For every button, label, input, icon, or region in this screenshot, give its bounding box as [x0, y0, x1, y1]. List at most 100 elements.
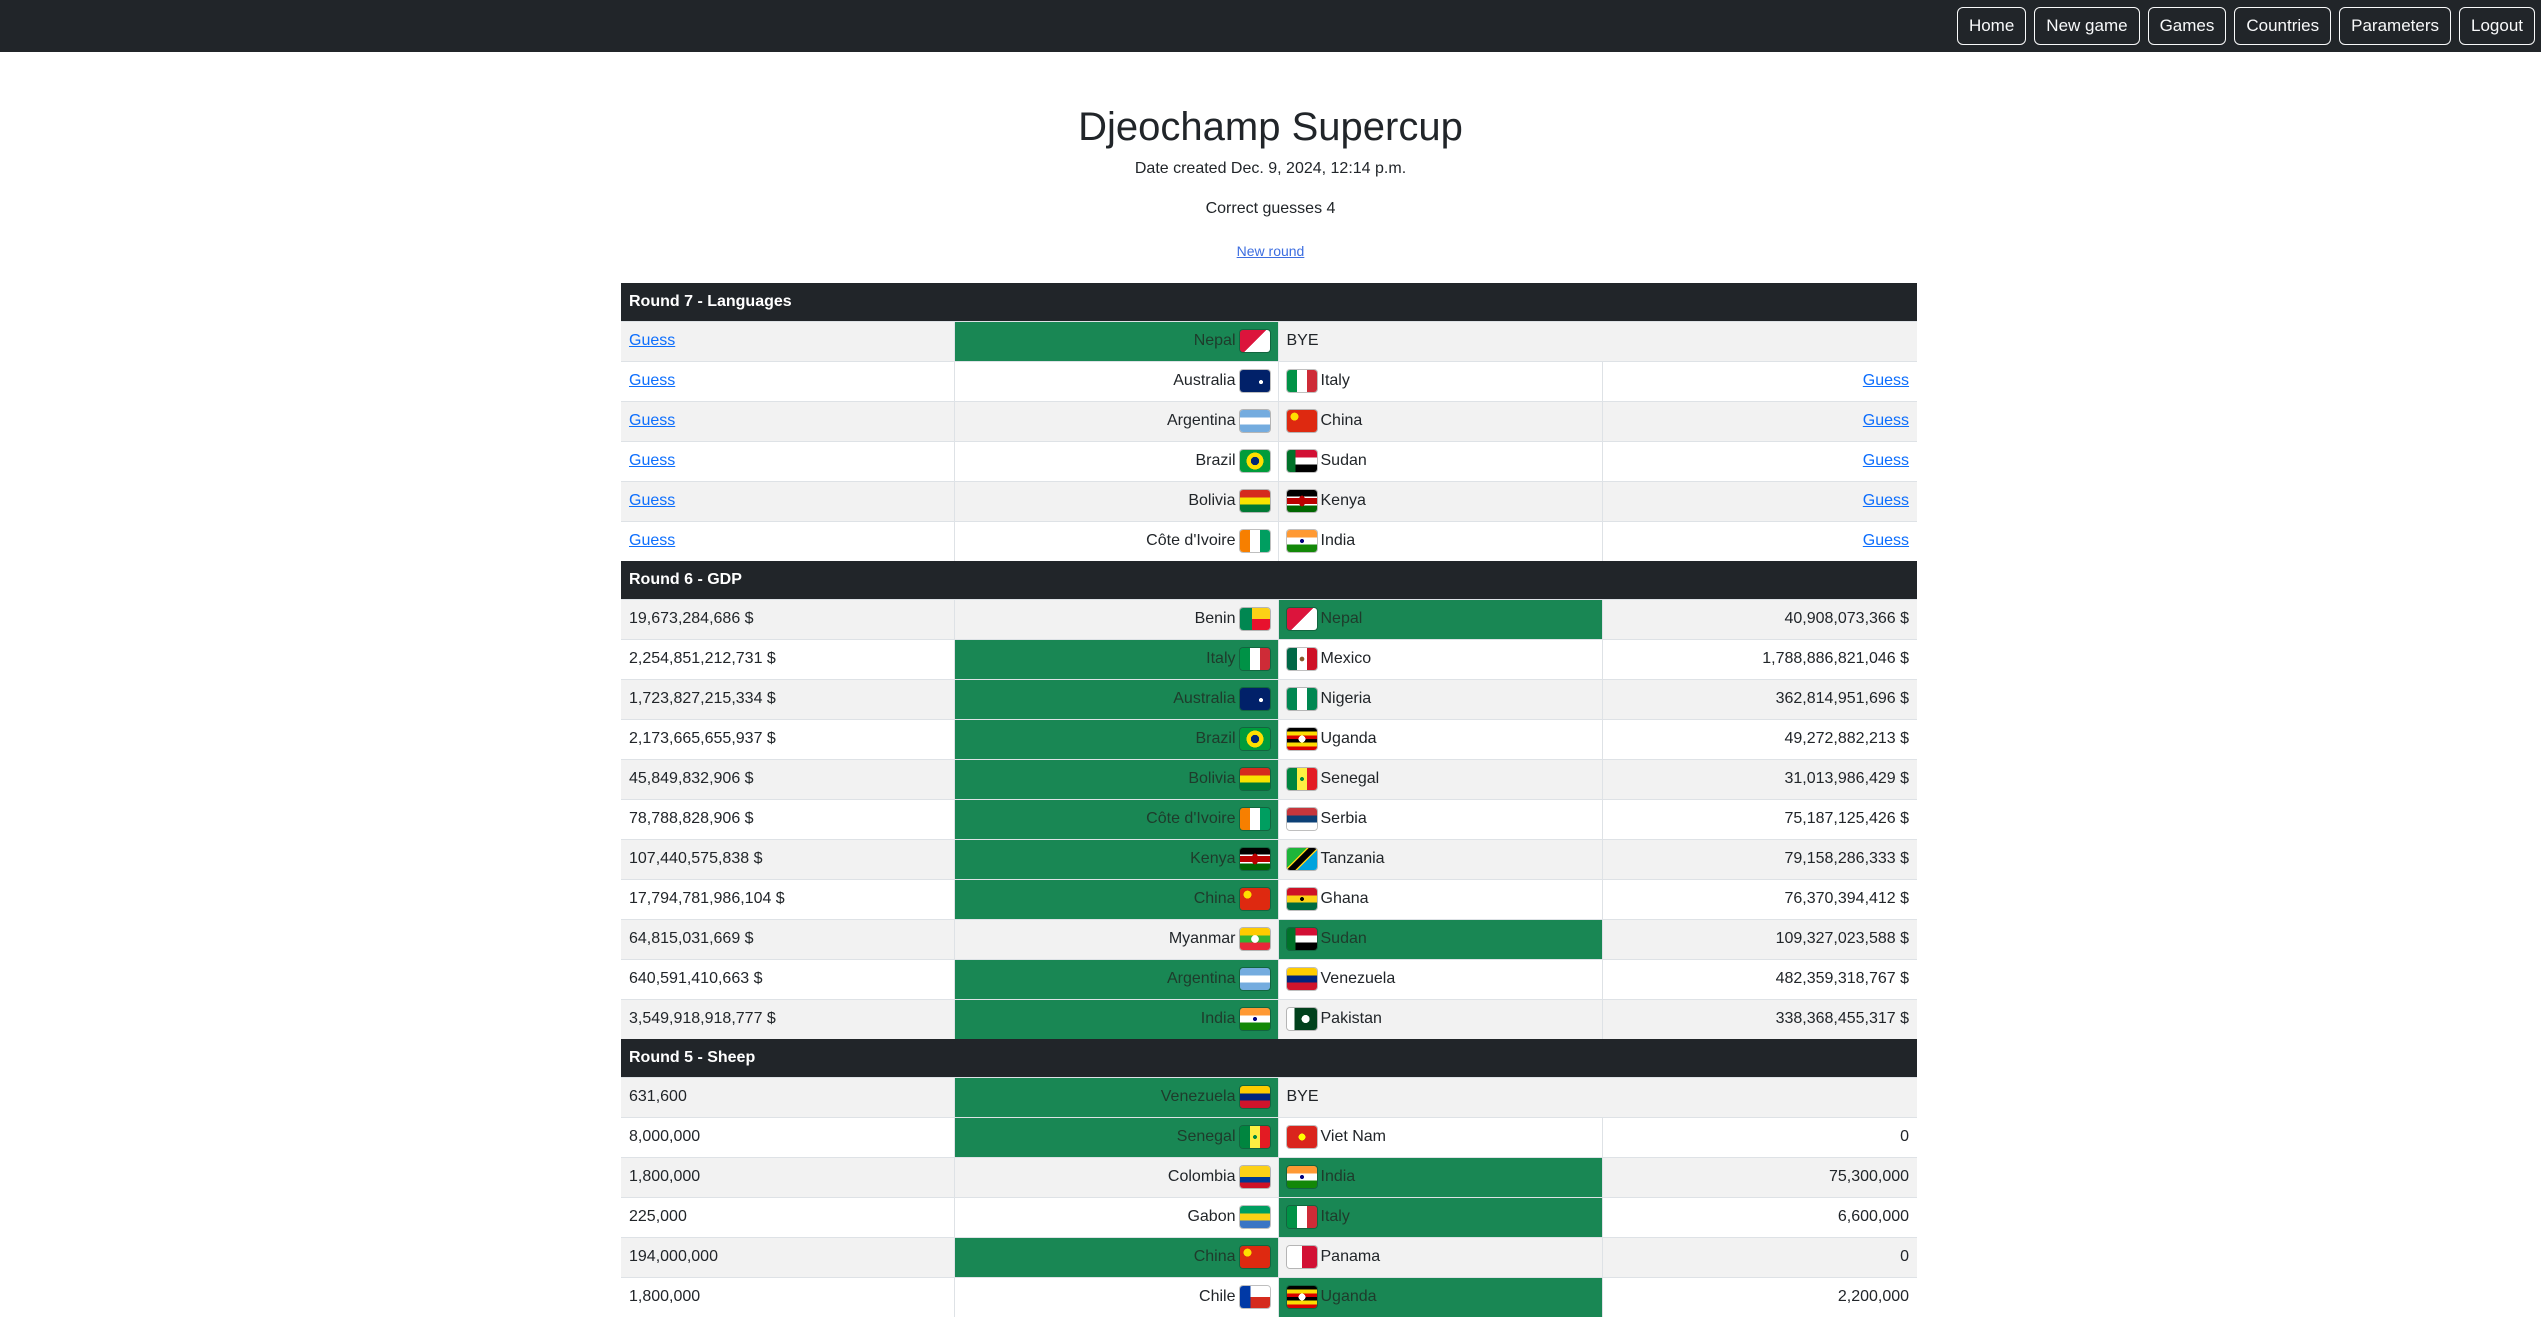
right-country-name: Ghana [1320, 890, 1369, 908]
left-country-cell: Australia [954, 678, 1279, 719]
right-value-cell: 338,368,455,317 $ [1602, 998, 1918, 1039]
brazil-flag-icon [1239, 728, 1270, 750]
right-country-cell: Senegal [1278, 758, 1603, 799]
left-country-name: Venezuela [1160, 1088, 1236, 1106]
right-guess-link[interactable]: Guess [1863, 372, 1909, 389]
nav-countries-button[interactable]: Countries [2234, 7, 2332, 45]
bolivia-flag-icon [1239, 768, 1270, 790]
right-country-cell: Venezuela [1278, 958, 1603, 999]
new-round-wrapper: New round [0, 242, 2541, 260]
left-country-name: Gabon [1187, 1208, 1236, 1226]
venezuela-flag-icon [1286, 968, 1317, 990]
senegal-flag-icon [1286, 768, 1317, 790]
right-country-cell: Italy [1278, 360, 1603, 401]
left-guess-link[interactable]: Guess [629, 412, 675, 429]
nav-games-button[interactable]: Games [2147, 7, 2227, 45]
left-value-cell: 107,440,575,838 $ [621, 838, 955, 879]
right-guess-link[interactable]: Guess [1863, 412, 1909, 429]
left-country-name: China [1193, 1248, 1236, 1266]
left-value: 45,849,832,906 $ [629, 770, 754, 787]
right-value-cell: 1,788,886,821,046 $ [1602, 638, 1918, 679]
ghana-flag-icon [1286, 888, 1317, 910]
ivorycoast-flag-icon [1239, 808, 1270, 830]
panama-flag-icon [1286, 1246, 1317, 1268]
right-value: 40,908,073,366 $ [1784, 610, 1910, 627]
match-row: 19,673,284,686 $ Benin Nepal 40,908,073,366… [621, 598, 1918, 639]
right-country-name: Uganda [1320, 1288, 1377, 1306]
left-country-name: Kenya [1190, 850, 1236, 868]
right-value: 79,158,286,333 $ [1784, 850, 1910, 867]
left-country-cell: Brazil [954, 440, 1279, 481]
nav-parameters-button[interactable]: Parameters [2339, 7, 2451, 45]
right-country-name: Nepal [1320, 610, 1363, 628]
right-country-cell: Viet Nam [1278, 1116, 1603, 1157]
left-guess-link[interactable]: Guess [629, 532, 675, 549]
tanzania-flag-icon [1286, 848, 1317, 870]
right-value-cell: 49,272,882,213 $ [1602, 718, 1918, 759]
right-country-cell: Pakistan [1278, 998, 1603, 1039]
left-country-cell: China [954, 878, 1279, 919]
right-country-cell: Italy [1278, 1196, 1603, 1237]
left-value: 17,794,781,986,104 $ [629, 890, 785, 907]
left-country-name: Benin [1194, 610, 1236, 628]
right-value-cell: 109,327,023,588 $ [1602, 918, 1918, 959]
right-country-cell: Ghana [1278, 878, 1603, 919]
right-country-cell: BYE [1278, 1076, 1918, 1117]
round-header: Round 6 - GDP [621, 561, 1918, 599]
venezuela-flag-icon [1239, 1086, 1270, 1108]
right-value-cell: 75,187,125,426 $ [1602, 798, 1918, 839]
right-value-cell: 0 [1602, 1116, 1918, 1157]
left-value: 8,000,000 [629, 1128, 701, 1145]
left-guess-link[interactable]: Guess [629, 492, 675, 509]
right-guess-link[interactable]: Guess [1863, 492, 1909, 509]
match-row: Guess Nepal BYE [621, 320, 1918, 361]
nav-logout-button[interactable]: Logout [2459, 7, 2535, 45]
match-row: 3,549,918,918,777 $ India Pakistan 338,368,… [621, 998, 1918, 1039]
left-guess-link[interactable]: Guess [629, 332, 675, 349]
right-country-name: China [1320, 412, 1363, 430]
right-country-name: Venezuela [1320, 970, 1396, 988]
right-value: 0 [1900, 1128, 1910, 1145]
left-country-name: Australia [1173, 372, 1236, 390]
left-country-name: Argentina [1167, 412, 1236, 430]
left-guess-link[interactable]: Guess [629, 452, 675, 469]
right-guess-link[interactable]: Guess [1863, 452, 1909, 469]
left-value-cell: 640,591,410,663 $ [621, 958, 955, 999]
left-country-name: Colombia [1167, 1168, 1236, 1186]
nav-new-game-button[interactable]: New game [2034, 7, 2140, 45]
right-value: 75,300,000 [1828, 1168, 1910, 1185]
sudan-flag-icon [1286, 928, 1317, 950]
right-country-cell: Nepal [1278, 598, 1603, 639]
nav-home-button[interactable]: Home [1956, 7, 2027, 45]
right-value-cell: 0 [1602, 1236, 1918, 1277]
match-row: 45,849,832,906 $ Bolivia Senegal 31,013,986… [621, 758, 1918, 799]
right-value: 0 [1900, 1248, 1910, 1265]
mexico-flag-icon [1286, 648, 1317, 670]
new-round-link[interactable]: New round [1237, 243, 1305, 259]
left-value-cell: 45,849,832,906 $ [621, 758, 955, 799]
date-created: Date created Dec. 9, 2024, 12:14 p.m. [1134, 160, 1407, 177]
left-country-name: Senegal [1176, 1128, 1236, 1146]
right-guess-link[interactable]: Guess [1863, 532, 1909, 549]
left-country-cell: China [954, 1236, 1279, 1277]
left-value: 107,440,575,838 $ [629, 850, 763, 867]
left-country-cell: Argentina [954, 958, 1279, 999]
italy-flag-icon [1239, 648, 1270, 670]
left-guess-link[interactable]: Guess [629, 372, 675, 389]
match-row: Guess Argentina China Guess [621, 400, 1918, 441]
nigeria-flag-icon [1286, 688, 1317, 710]
right-value: 338,368,455,317 $ [1775, 1010, 1910, 1028]
right-value-cell: Guess [1602, 480, 1918, 521]
right-value-cell: 2,200,000 [1602, 1276, 1918, 1317]
left-value: 19,673,284,686 $ [629, 610, 754, 627]
match-row: 2,254,851,212,731 $ Italy Mexico 1,788,886,… [621, 638, 1918, 679]
uganda-flag-icon [1286, 1286, 1317, 1309]
right-country-cell: Sudan [1278, 440, 1603, 481]
left-value: 3,549,918,918,777 $ [629, 1010, 776, 1028]
left-value-cell: Guess [621, 520, 955, 561]
left-country-cell: India [954, 998, 1279, 1039]
ivorycoast-flag-icon [1239, 530, 1270, 553]
right-value: 362,814,951,696 $ [1775, 690, 1910, 707]
sudan-flag-icon [1286, 450, 1317, 472]
left-value: 225,000 [629, 1208, 687, 1225]
